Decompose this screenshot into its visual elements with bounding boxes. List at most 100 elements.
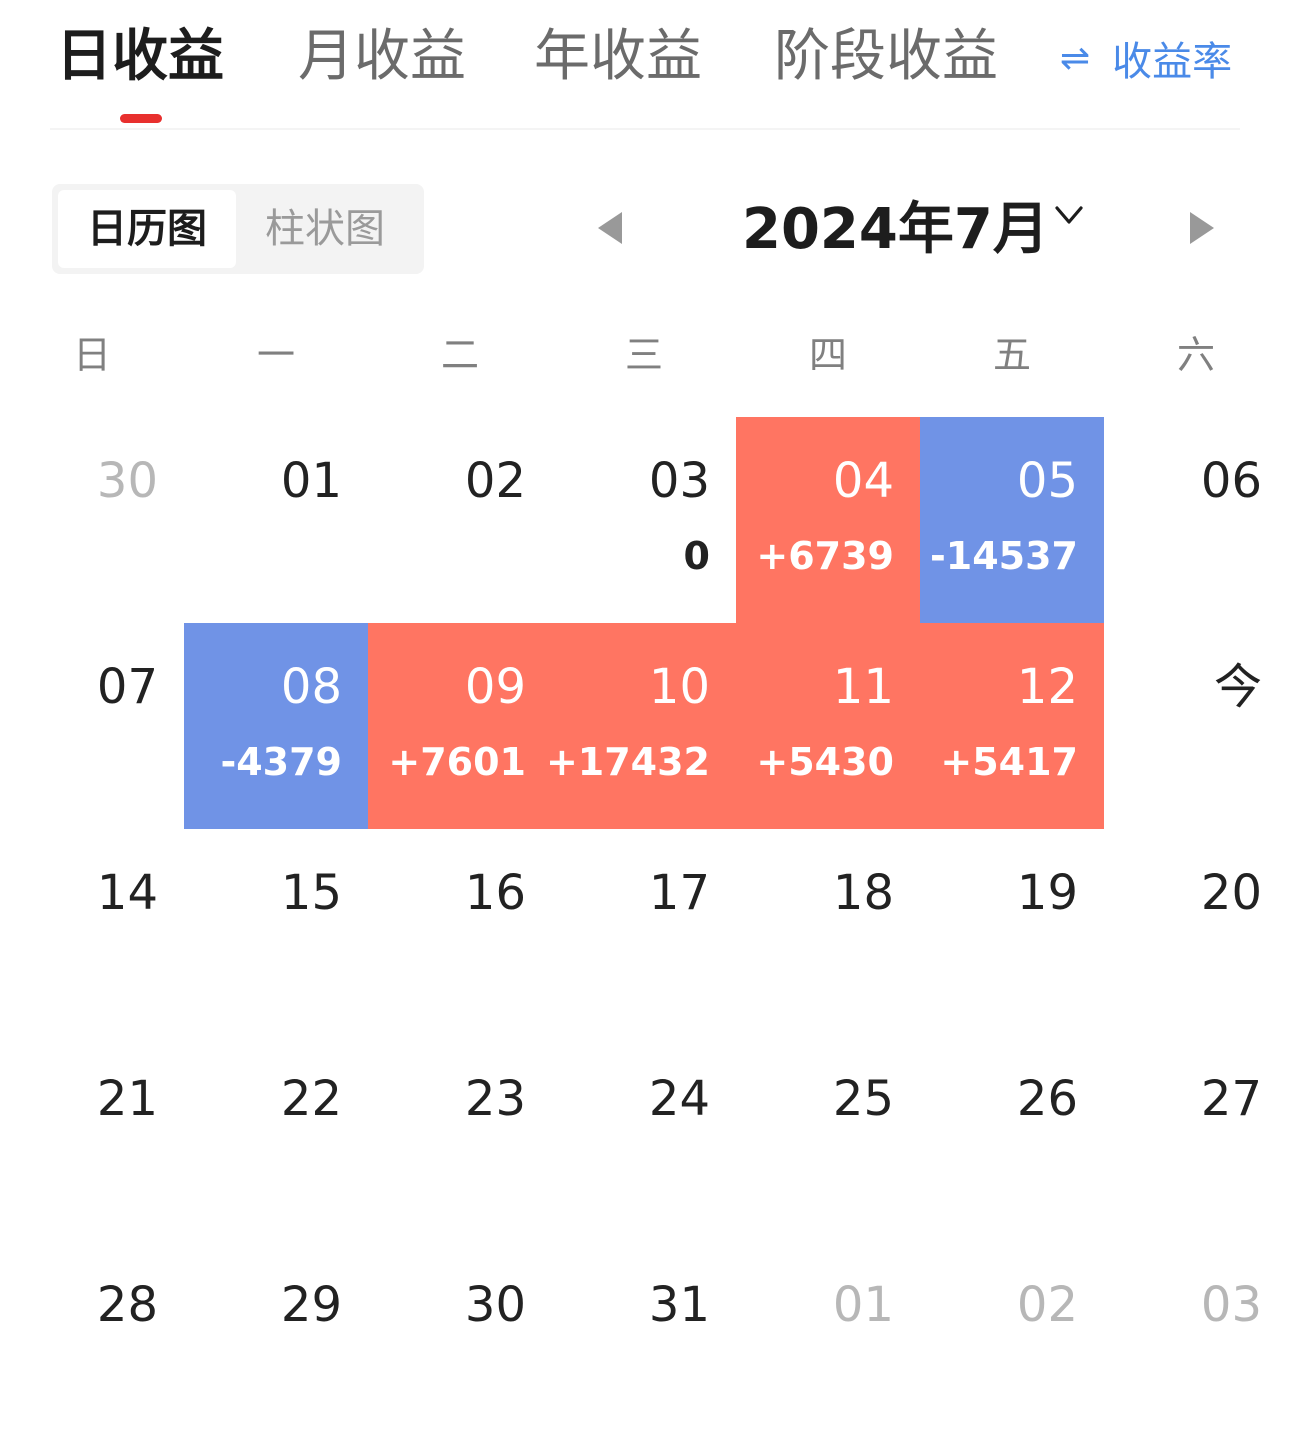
day-number: 21 — [96, 1071, 158, 1127]
calendar-day-cell[interactable]: 01 — [184, 417, 368, 623]
day-number: 15 — [280, 865, 342, 921]
day-number: 01 — [832, 1277, 894, 1333]
day-number: 10 — [648, 659, 710, 715]
calendar-day-cell[interactable]: 07 — [0, 623, 184, 829]
day-number: 11 — [832, 659, 894, 715]
calendar-day-cell[interactable]: 16 — [368, 829, 552, 1035]
day-number: 23 — [464, 1071, 526, 1127]
calendar-day-cell[interactable]: 19 — [920, 829, 1104, 1035]
calendar-day-cell: 01 — [736, 1241, 920, 1447]
caret-left-icon[interactable] — [598, 212, 622, 244]
calendar-day-cell[interactable]: 29 — [184, 1241, 368, 1447]
calendar-day-cell[interactable]: 10 +17432 — [546, 623, 736, 829]
weekday-label: 一 — [256, 333, 295, 377]
tab-yearly-income[interactable]: 年收益 — [534, 22, 702, 92]
day-number: 01 — [280, 453, 342, 509]
day-number: 26 — [1016, 1071, 1078, 1127]
weekday-label: 五 — [992, 333, 1031, 377]
day-number: 20 — [1200, 865, 1262, 921]
calendar-day-cell[interactable]: 21 — [0, 1035, 184, 1241]
day-number: 07 — [96, 659, 158, 715]
day-number: 02 — [1016, 1277, 1078, 1333]
day-income-value: +17432 — [545, 740, 710, 784]
calendar-view-button[interactable]: 日历图 — [58, 190, 236, 268]
day-number: 30 — [464, 1277, 526, 1333]
day-number: 03 — [648, 453, 710, 509]
calendar-day-cell[interactable]: 今 — [1104, 623, 1288, 829]
calendar-day-cell[interactable]: 02 — [368, 417, 552, 623]
day-number: 31 — [648, 1277, 710, 1333]
day-income-value: +5417 — [940, 740, 1078, 784]
day-number: 18 — [832, 865, 894, 921]
calendar-day-cell: 30 — [0, 417, 184, 623]
weekday-label: 二 — [440, 333, 479, 377]
calendar-day-cell[interactable]: 08 -4379 — [184, 623, 368, 829]
day-number: 09 — [464, 659, 526, 715]
weekday-label: 三 — [624, 333, 663, 377]
day-number: 30 — [96, 453, 158, 509]
day-number: 28 — [96, 1277, 158, 1333]
calendar-day-cell[interactable]: 31 — [552, 1241, 736, 1447]
income-rate-toggle[interactable]: ⇌ 收益率 — [1060, 30, 1232, 86]
calendar-day-cell[interactable]: 18 — [736, 829, 920, 1035]
calendar-day-cell[interactable]: 03 0 — [552, 417, 736, 623]
caret-right-icon[interactable] — [1190, 212, 1214, 244]
weekday-label: 日 — [72, 333, 111, 377]
calendar-day-cell[interactable]: 25 — [736, 1035, 920, 1241]
day-income-value: +6739 — [756, 534, 894, 578]
day-number: 14 — [96, 865, 158, 921]
day-income-value: -4379 — [220, 740, 342, 784]
day-number: 06 — [1200, 453, 1262, 509]
income-tabs: 日收益 月收益 年收益 阶段收益 ⇌ 收益率 — [0, 0, 1290, 130]
day-number: 05 — [1016, 453, 1078, 509]
calendar-day-cell[interactable]: 22 — [184, 1035, 368, 1241]
calendar-day-cell[interactable]: 24 — [552, 1035, 736, 1241]
calendar-day-cell[interactable]: 15 — [184, 829, 368, 1035]
calendar-day-cell[interactable]: 26 — [920, 1035, 1104, 1241]
calendar-day-cell[interactable]: 09 +7601 — [368, 623, 552, 829]
bar-chart-view-button[interactable]: 柱状图 — [236, 190, 414, 268]
weekday-label: 六 — [1176, 333, 1215, 377]
calendar-day-cell[interactable]: 06 — [1104, 417, 1288, 623]
tab-monthly-income[interactable]: 月收益 — [298, 22, 466, 92]
calendar-day-cell[interactable]: 20 — [1104, 829, 1288, 1035]
active-tab-indicator — [120, 114, 162, 123]
calendar-day-cell[interactable]: 28 — [0, 1241, 184, 1447]
day-number: 02 — [464, 453, 526, 509]
day-number: 22 — [280, 1071, 342, 1127]
day-number: 08 — [280, 659, 342, 715]
weekday-label: 四 — [808, 333, 847, 377]
month-label[interactable]: 2024年7月 — [742, 190, 1049, 270]
tab-daily-income[interactable]: 日收益 — [56, 22, 224, 92]
calendar-day-cell[interactable]: 17 — [552, 829, 736, 1035]
calendar-day-cell: 03 — [1104, 1241, 1288, 1447]
day-income-value: 0 — [683, 534, 710, 578]
day-income-value: -14537 — [930, 534, 1078, 578]
calendar-day-cell[interactable]: 30 — [368, 1241, 552, 1447]
day-number: 16 — [464, 865, 526, 921]
day-number: 04 — [832, 453, 894, 509]
day-number: 29 — [280, 1277, 342, 1333]
day-number: 17 — [648, 865, 710, 921]
day-number: 19 — [1016, 865, 1078, 921]
calendar-day-cell[interactable]: 23 — [368, 1035, 552, 1241]
tab-period-income[interactable]: 阶段收益 — [774, 22, 998, 92]
day-number: 27 — [1200, 1071, 1262, 1127]
calendar-day-cell[interactable]: 14 — [0, 829, 184, 1035]
calendar-grid: 30 01 02 03 0 04 +6739 05 -14537 06 07 08 -4379 09 +76… — [0, 417, 1290, 1447]
swap-icon: ⇌ — [1060, 37, 1091, 79]
day-income-value: +7601 — [388, 740, 526, 784]
calendar-day-cell[interactable]: 27 — [1104, 1035, 1288, 1241]
day-number: 12 — [1016, 659, 1078, 715]
day-number: 今 — [1213, 659, 1262, 715]
calendar-day-cell: 02 — [920, 1241, 1104, 1447]
calendar-day-cell[interactable]: 04 +6739 — [736, 417, 920, 623]
calendar-day-cell[interactable]: 12 +5417 — [920, 623, 1104, 829]
day-number: 25 — [832, 1071, 894, 1127]
day-number: 03 — [1200, 1277, 1262, 1333]
calendar-day-cell[interactable]: 05 -14537 — [920, 417, 1104, 623]
calendar-day-cell[interactable]: 11 +5430 — [736, 623, 920, 829]
day-income-value: +5430 — [756, 740, 894, 784]
header-divider — [50, 128, 1240, 130]
chevron-down-icon[interactable] — [1054, 200, 1084, 230]
